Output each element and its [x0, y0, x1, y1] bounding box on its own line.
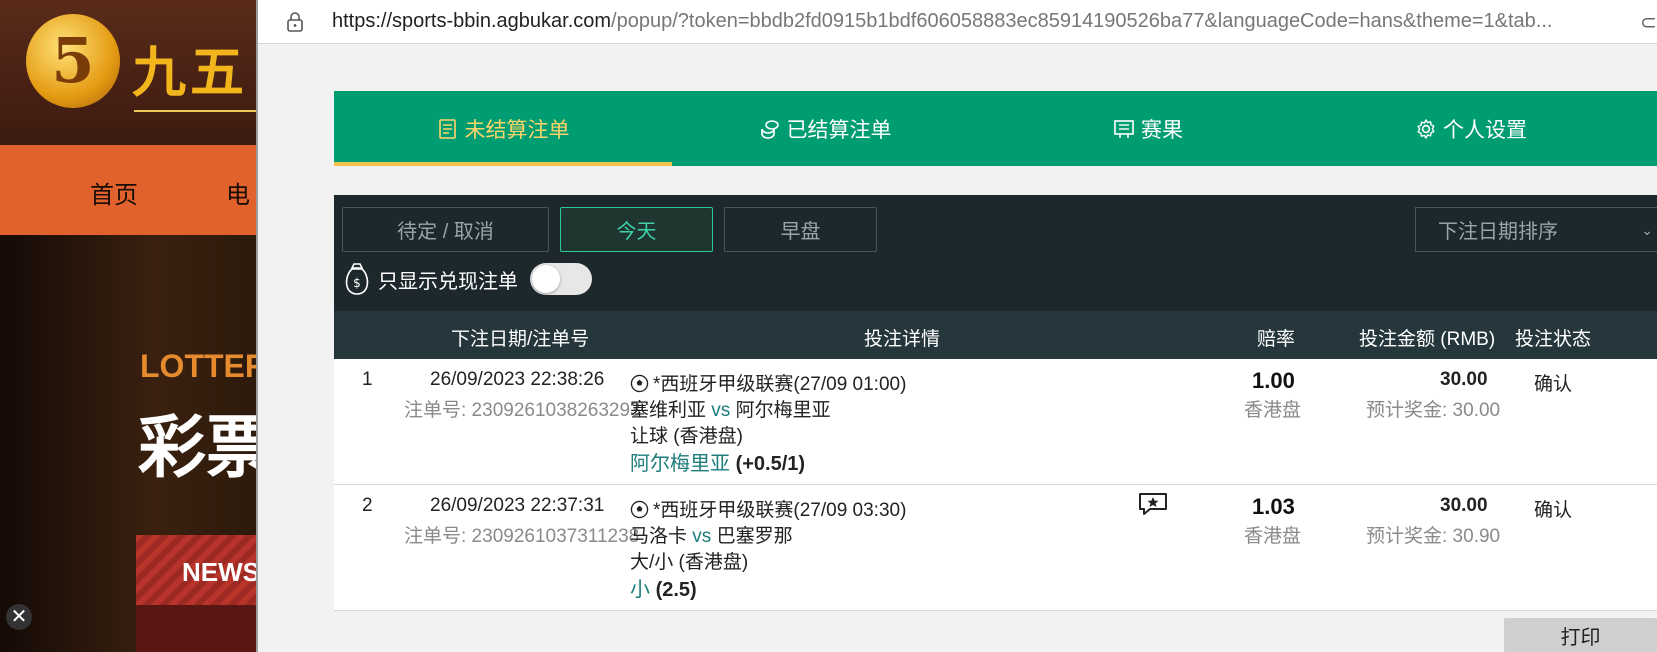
league-line: *西班牙甲级联赛(27/09 01:00) — [630, 369, 906, 396]
tab-results[interactable]: 赛果 — [979, 91, 1317, 166]
coins-icon — [760, 119, 779, 139]
soccer-ball-icon — [630, 374, 649, 393]
selection-name: 阿尔梅里亚 — [630, 453, 730, 475]
stake-amount: 30.00 — [1440, 495, 1488, 516]
news-bar — [136, 605, 260, 652]
close-icon[interactable]: ✕ — [6, 604, 32, 630]
site-brand: 九五 — [132, 41, 248, 104]
odds-value: 1.00 — [1252, 368, 1295, 393]
league-name: *西班牙甲级联赛(27/09 01:00) — [653, 374, 907, 395]
bet-number: 注单号: 2309261038263293 — [404, 400, 641, 421]
col-odds: 赔率 — [1257, 329, 1296, 350]
selection-value: (+0.5/1) — [735, 453, 806, 475]
banner-title-en: LOTTER — [140, 348, 260, 384]
row-index: 2 — [362, 495, 373, 516]
svg-text:$: $ — [353, 276, 361, 290]
bet-market: 让球 (香港盘) — [630, 426, 743, 447]
tab-unsettled[interactable]: 未结算注单 — [334, 91, 672, 166]
early-market-button[interactable]: 早盘 — [724, 207, 877, 252]
active-tab-indicator — [334, 162, 672, 166]
bet-selection: 阿尔梅里亚 (+0.5/1) — [630, 447, 805, 476]
pending-cancel-button[interactable]: 待定 / 取消 — [342, 207, 549, 252]
table-row: 1 26/09/2023 22:38:26 注单号: 2309261038263… — [334, 359, 1657, 485]
table-row: 2 26/09/2023 22:37:31 注单号: 2309261037311… — [334, 485, 1657, 611]
chevron-down-icon: ⌄ — [1641, 222, 1653, 238]
away-team: 巴塞罗那 — [716, 526, 793, 547]
odds-value: 1.03 — [1252, 494, 1295, 519]
odds-type: 香港盘 — [1244, 400, 1302, 421]
address-bar[interactable]: https://sports-bbin.agbukar.com/popup/?t… — [258, 0, 1657, 44]
logo-glyph: 5 — [51, 24, 95, 97]
bet-selection: 小 (2.5) — [630, 573, 697, 602]
board-icon — [1114, 119, 1134, 138]
gear-icon — [1417, 118, 1435, 139]
money-bag-icon: $ — [345, 263, 369, 295]
popup-window: https://sports-bbin.agbukar.com/popup/?t… — [256, 0, 1657, 652]
table-header: 下注日期/注单号 投注详情 赔率 投注金额 (RMB) 投注状态 — [334, 311, 1657, 359]
brand-divider — [134, 110, 260, 112]
home-team: 马洛卡 — [630, 526, 688, 547]
away-team: 阿尔梅里亚 — [735, 400, 831, 421]
filter-bar: 待定 / 取消 今天 早盘 下注日期排序 ⌄ $ 只显示兑现注单 — [334, 195, 1657, 311]
vs-label: vs — [692, 526, 712, 547]
tab-label: 已结算注单 — [786, 118, 892, 142]
tab-label: 个人设置 — [1443, 118, 1527, 142]
bet-market: 大/小 (香港盘) — [630, 552, 749, 573]
tab-settings[interactable]: 个人设置 — [1302, 91, 1640, 166]
match-teams: 塞维利亚 vs 阿尔梅里亚 — [630, 395, 831, 422]
list-icon — [438, 118, 456, 139]
home-team: 塞维利亚 — [630, 400, 707, 421]
league-line: *西班牙甲级联赛(27/09 03:30) — [630, 495, 906, 522]
selection-name: 小 — [630, 579, 650, 601]
url-text[interactable]: https://sports-bbin.agbukar.com/popup/?t… — [332, 10, 1552, 33]
estimated-payout: 预计奖金: 30.00 — [1366, 400, 1501, 421]
bet-status: 确认 — [1534, 374, 1573, 395]
nav-item-home[interactable]: 首页 — [90, 175, 138, 210]
vs-label: vs — [711, 400, 731, 421]
url-host: https://sports-bbin.agbukar.com — [332, 10, 612, 32]
background-header: 5 九五 — [0, 0, 260, 145]
col-date-no: 下注日期/注单号 — [451, 329, 590, 350]
stake-amount: 30.00 — [1440, 369, 1488, 390]
odds-type: 香港盘 — [1244, 526, 1302, 547]
soccer-ball-icon — [630, 500, 649, 519]
bet-datetime: 26/09/2023 22:37:31 — [430, 495, 605, 516]
nav-item-electronic[interactable]: 电 — [226, 175, 250, 210]
row-index: 1 — [362, 369, 373, 390]
url-path: /popup/?token=bbdb2fd0915b1bdf606058883e… — [611, 10, 1553, 32]
lock-icon — [287, 12, 303, 32]
news-label: NEWS — [182, 557, 260, 587]
tab-label: 赛果 — [1141, 118, 1183, 142]
cashout-filter: $ 只显示兑现注单 — [342, 259, 592, 299]
banner-title-zh: 彩票 — [138, 410, 260, 486]
today-button[interactable]: 今天 — [560, 207, 713, 252]
bet-tabs: 未结算注单 已结算注单 赛果 个人设置 — [334, 91, 1657, 166]
estimated-payout: 预计奖金: 30.90 — [1366, 526, 1501, 547]
tab-settled[interactable]: 已结算注单 — [656, 91, 994, 166]
reader-mode-icon[interactable]: ⊂ — [1640, 10, 1657, 35]
site-logo: 5 — [26, 14, 120, 108]
bet-datetime: 26/09/2023 22:38:26 — [430, 369, 605, 390]
bets-panel: 待定 / 取消 今天 早盘 下注日期排序 ⌄ $ 只显示兑现注单 下注日期/注单… — [334, 195, 1657, 611]
bet-number: 注单号: 2309261037311238 — [404, 526, 640, 547]
toggle-knob — [532, 265, 560, 293]
league-name: *西班牙甲级联赛(27/09 03:30) — [653, 500, 907, 521]
selection-value: (2.5) — [655, 579, 697, 601]
col-status: 投注状态 — [1515, 329, 1592, 350]
news-banner[interactable]: NEWS — [136, 535, 260, 605]
background-nav: 首页 电 — [0, 145, 260, 235]
cashout-toggle[interactable] — [530, 263, 592, 295]
print-button[interactable]: 打印 — [1504, 618, 1657, 652]
sort-select[interactable]: 下注日期排序 ⌄ — [1415, 207, 1657, 252]
bet-status: 确认 — [1534, 500, 1573, 521]
tab-label: 未结算注单 — [464, 118, 570, 142]
background-website: 5 九五 首页 电 LOTTER 彩票 NEWS ✕ — [0, 0, 260, 652]
match-teams: 马洛卡 vs 巴塞罗那 — [630, 521, 793, 548]
col-details: 投注详情 — [864, 329, 941, 350]
col-amount: 投注金额 (RMB) — [1359, 329, 1496, 350]
cashout-label: 只显示兑现注单 — [378, 270, 518, 293]
sort-select-label: 下注日期排序 — [1438, 221, 1558, 243]
live-chat-icon[interactable] — [1137, 491, 1169, 517]
